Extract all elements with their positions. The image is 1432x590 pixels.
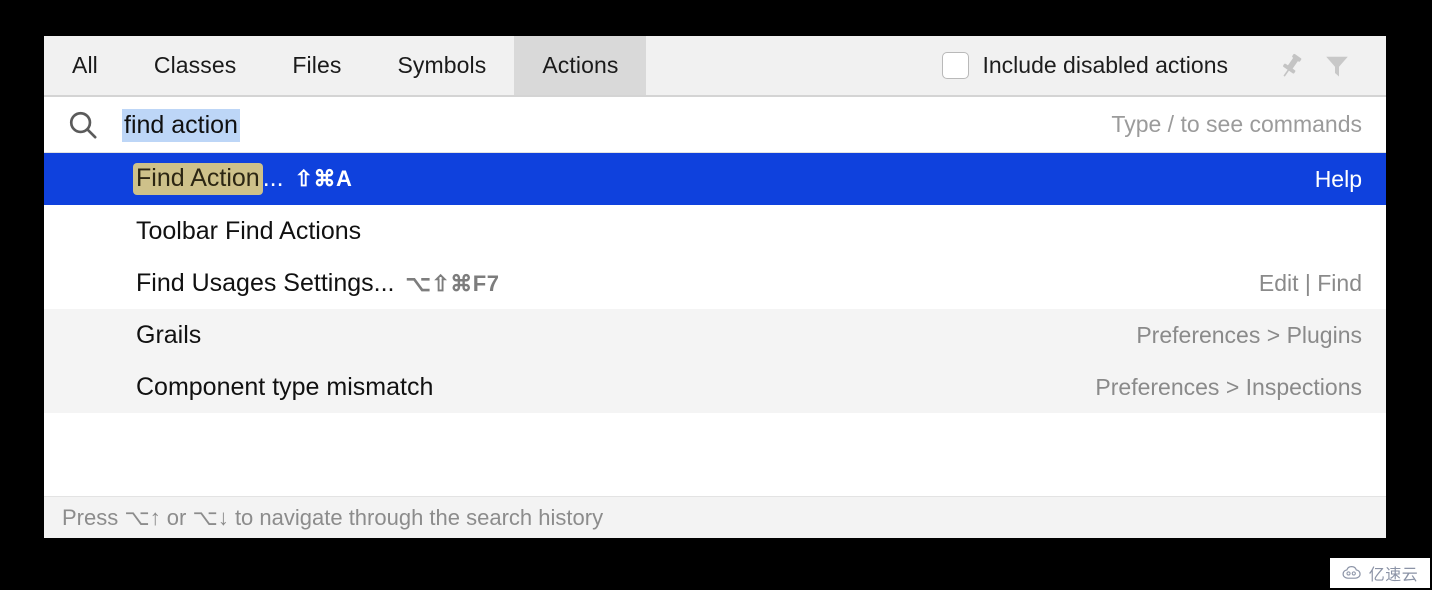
tab-actions-label: Actions (542, 52, 619, 78)
result-label: Find Action... ⇧⌘A (133, 163, 353, 195)
search-input[interactable]: find action (122, 108, 240, 142)
results-empty-space (44, 413, 1386, 496)
result-label: Component type mismatch (136, 373, 444, 402)
tab-files-label: Files (292, 52, 342, 78)
watermark: 亿速云 (1330, 558, 1430, 588)
tab-files[interactable]: Files (264, 36, 369, 95)
result-row-find-usages-settings[interactable]: Find Usages Settings... ⌥⇧⌘F7 Edit | Fin… (44, 257, 1386, 309)
checkbox-box[interactable] (941, 52, 969, 79)
result-location: Help (1314, 165, 1362, 192)
result-location: Preferences > Plugins (1136, 321, 1362, 348)
result-shortcut: ⌥⇧⌘F7 (405, 270, 500, 296)
result-label: Grails (136, 321, 212, 350)
tab-bar: All Classes Files Symbols Actions Includ… (44, 36, 1386, 97)
tab-bar-right-controls: Include disabled actions (941, 36, 1387, 95)
tab-classes-label: Classes (153, 52, 237, 78)
search-commands-hint: Type / to see commands (1111, 111, 1362, 137)
result-label: Toolbar Find Actions (136, 217, 372, 246)
footer-hint-text: Press ⌥↑ or ⌥↓ to navigate through the s… (62, 504, 604, 530)
result-label-rest: Find Usages Settings... (136, 268, 395, 297)
include-disabled-actions-checkbox[interactable]: Include disabled actions (941, 52, 1229, 79)
search-input-row[interactable]: find action Type / to see commands (44, 97, 1386, 153)
footer-hint-bar: Press ⌥↑ or ⌥↓ to navigate through the s… (44, 496, 1386, 538)
tab-symbols[interactable]: Symbols (369, 36, 514, 95)
filter-icon[interactable] (1314, 46, 1360, 86)
checkbox-label: Include disabled actions (982, 52, 1229, 78)
result-row-component-type-mismatch[interactable]: Component type mismatch Preferences > In… (44, 361, 1386, 413)
tab-list: All Classes Files Symbols Actions (44, 36, 647, 95)
results-list: Find Action... ⇧⌘A Help Toolbar Find Act… (44, 153, 1386, 496)
result-row-toolbar-find-actions[interactable]: Toolbar Find Actions (44, 205, 1386, 257)
result-location: Edit | Find (1258, 269, 1362, 296)
search-input-value: find action (122, 108, 240, 142)
tab-all-label: All (72, 52, 98, 78)
tab-symbols-label: Symbols (397, 52, 487, 78)
pin-icon[interactable] (1268, 46, 1314, 86)
result-label-rest: ... (262, 164, 284, 192)
watermark-text: 亿速云 (1368, 565, 1419, 584)
match-highlight: Find Action (133, 163, 263, 195)
result-label-rest: Component type mismatch (136, 372, 434, 401)
result-row-grails[interactable]: Grails Preferences > Plugins (44, 309, 1386, 361)
tab-actions[interactable]: Actions (514, 36, 647, 95)
search-everywhere-panel: All Classes Files Symbols Actions Includ… (44, 36, 1386, 538)
tab-classes[interactable]: Classes (126, 36, 265, 95)
result-shortcut: ⇧⌘A (294, 166, 353, 191)
result-location: Preferences > Inspections (1095, 373, 1362, 400)
result-label-rest: Grails (136, 320, 202, 349)
search-icon (44, 108, 122, 142)
result-label-rest: Toolbar Find Actions (136, 216, 362, 245)
result-label: Find Usages Settings... ⌥⇧⌘F7 (136, 269, 499, 298)
cloud-icon (1342, 566, 1361, 579)
tab-all[interactable]: All (44, 36, 126, 95)
screen: All Classes Files Symbols Actions Includ… (0, 0, 1432, 590)
result-row-find-action[interactable]: Find Action... ⇧⌘A Help (44, 153, 1386, 205)
